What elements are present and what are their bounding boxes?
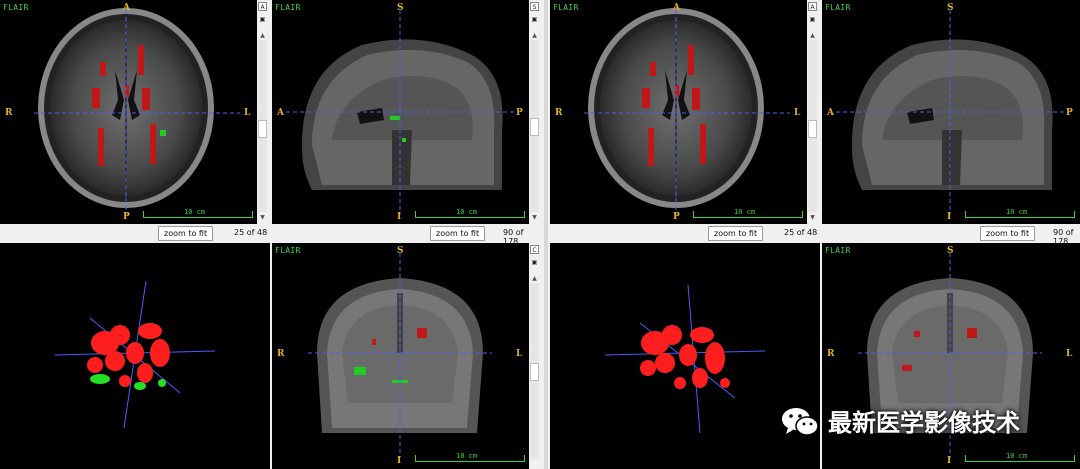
sequence-label: FLAIR xyxy=(275,3,301,12)
orient-bottom: P xyxy=(673,212,680,222)
sequence-label: FLAIR xyxy=(275,246,301,255)
view-axial-button[interactable]: A xyxy=(258,2,267,11)
camera-icon[interactable]: ▣ xyxy=(530,258,539,267)
scroll-down-arrow[interactable]: ▼ xyxy=(530,214,539,221)
axial-statusbar: zoom to fit 25 of 48 xyxy=(550,225,818,241)
scroll-thumb[interactable] xyxy=(530,118,539,136)
scale-label: 10 cm xyxy=(1006,208,1028,216)
orient-left: A xyxy=(277,108,284,118)
orient-top: A xyxy=(123,3,130,13)
scroll-up-arrow[interactable]: ▲ xyxy=(530,275,539,282)
orient-left: R xyxy=(827,349,835,359)
coronal-image xyxy=(308,253,492,458)
sequence-label: FLAIR xyxy=(825,3,851,12)
orient-right: L xyxy=(794,108,801,118)
orient-top: S xyxy=(947,3,954,13)
scale-label: 10 cm xyxy=(456,452,478,460)
axial-statusbar: zoom to fit 25 of 48 xyxy=(0,225,268,241)
scroll-thumb[interactable] xyxy=(530,363,539,381)
sagittal-viewport-right[interactable]: FLAIR S I A P 10 cm xyxy=(822,0,1080,224)
orient-left: R xyxy=(5,108,13,118)
wechat-icon xyxy=(782,407,819,436)
watermark-text: 最新医学影像技术 xyxy=(828,409,1020,437)
render3d-image xyxy=(54,280,216,429)
axial-viewport-left[interactable]: FLAIR A P R L 10 cm xyxy=(0,0,257,224)
orient-bottom: I xyxy=(397,456,402,466)
axial-image xyxy=(584,8,790,215)
slice-indicator: 25 of 48 xyxy=(234,228,268,237)
sagittal-image xyxy=(286,10,516,215)
camera-icon[interactable]: ▣ xyxy=(258,15,267,24)
sagittal-sidebar: S ▣ ▲ ▼ xyxy=(529,0,540,224)
sequence-label: FLAIR xyxy=(3,3,29,12)
zoom-to-fit-button[interactable]: zoom to fit xyxy=(158,226,214,241)
orient-top: S xyxy=(947,246,954,256)
orient-right: L xyxy=(516,349,523,359)
view-sagittal-button[interactable]: S xyxy=(530,2,539,11)
render3d-viewport-left[interactable] xyxy=(0,243,270,469)
view-coronal-button[interactable]: C xyxy=(530,245,539,254)
orient-left: R xyxy=(555,108,563,118)
axial-green-marker xyxy=(160,130,166,136)
orient-bottom: P xyxy=(123,212,130,222)
panel-divider xyxy=(544,0,548,469)
scale-label: 10 cm xyxy=(1006,452,1028,460)
sagittal-statusbar: zoom to fit 90 of 178 xyxy=(822,225,1080,246)
sequence-label: FLAIR xyxy=(553,3,579,12)
sagittal-statusbar: zoom to fit 90 of 178 xyxy=(272,225,540,246)
scroll-down-arrow[interactable]: ▼ xyxy=(808,214,817,221)
axial-viewport-right[interactable]: FLAIR A P R L 10 cm xyxy=(550,0,807,224)
orient-left: A xyxy=(827,108,834,118)
coronal-sidebar: C ▣ ▲ xyxy=(529,243,540,469)
scroll-down-arrow[interactable]: ▼ xyxy=(258,214,267,221)
scale-label: 10 cm xyxy=(184,208,206,216)
view-axial-button[interactable]: A xyxy=(808,2,817,11)
scroll-up-arrow[interactable]: ▲ xyxy=(530,32,539,39)
scroll-up-arrow[interactable]: ▲ xyxy=(258,32,267,39)
watermark: 最新医学影像技术 xyxy=(780,403,1020,438)
zoom-to-fit-button[interactable]: zoom to fit xyxy=(708,226,764,241)
axial-sidebar: A ▣ ▲ ▼ xyxy=(257,0,268,224)
zoom-to-fit-button[interactable]: zoom to fit xyxy=(430,226,486,241)
axial-image xyxy=(34,8,240,215)
camera-icon[interactable]: ▣ xyxy=(530,15,539,24)
orient-right: L xyxy=(1066,349,1073,359)
orient-top: A xyxy=(673,3,680,13)
zoom-to-fit-button[interactable]: zoom to fit xyxy=(980,226,1036,241)
slice-indicator: 25 of 48 xyxy=(784,228,818,237)
orient-bottom: I xyxy=(947,212,952,222)
orient-right: P xyxy=(516,108,523,118)
orient-left: R xyxy=(277,349,285,359)
sagittal-image xyxy=(836,10,1066,215)
camera-icon[interactable]: ▣ xyxy=(808,15,817,24)
sequence-label: FLAIR xyxy=(825,246,851,255)
orient-right: L xyxy=(244,108,251,118)
axial-sidebar: A ▣ ▲ ▼ xyxy=(807,0,818,224)
scale-label: 10 cm xyxy=(734,208,756,216)
scale-label: 10 cm xyxy=(456,208,478,216)
scroll-thumb[interactable] xyxy=(258,120,267,138)
orient-top: S xyxy=(397,246,404,256)
scroll-up-arrow[interactable]: ▲ xyxy=(808,32,817,39)
orient-right: P xyxy=(1066,108,1073,118)
orient-top: S xyxy=(397,3,404,13)
orient-bottom: I xyxy=(947,456,952,466)
scroll-thumb[interactable] xyxy=(808,120,817,138)
orient-bottom: I xyxy=(397,212,402,222)
coronal-viewport-left[interactable]: FLAIR S I R L 10 cm xyxy=(272,243,529,469)
sagittal-viewport-left[interactable]: FLAIR S I A P 10 cm xyxy=(272,0,529,224)
